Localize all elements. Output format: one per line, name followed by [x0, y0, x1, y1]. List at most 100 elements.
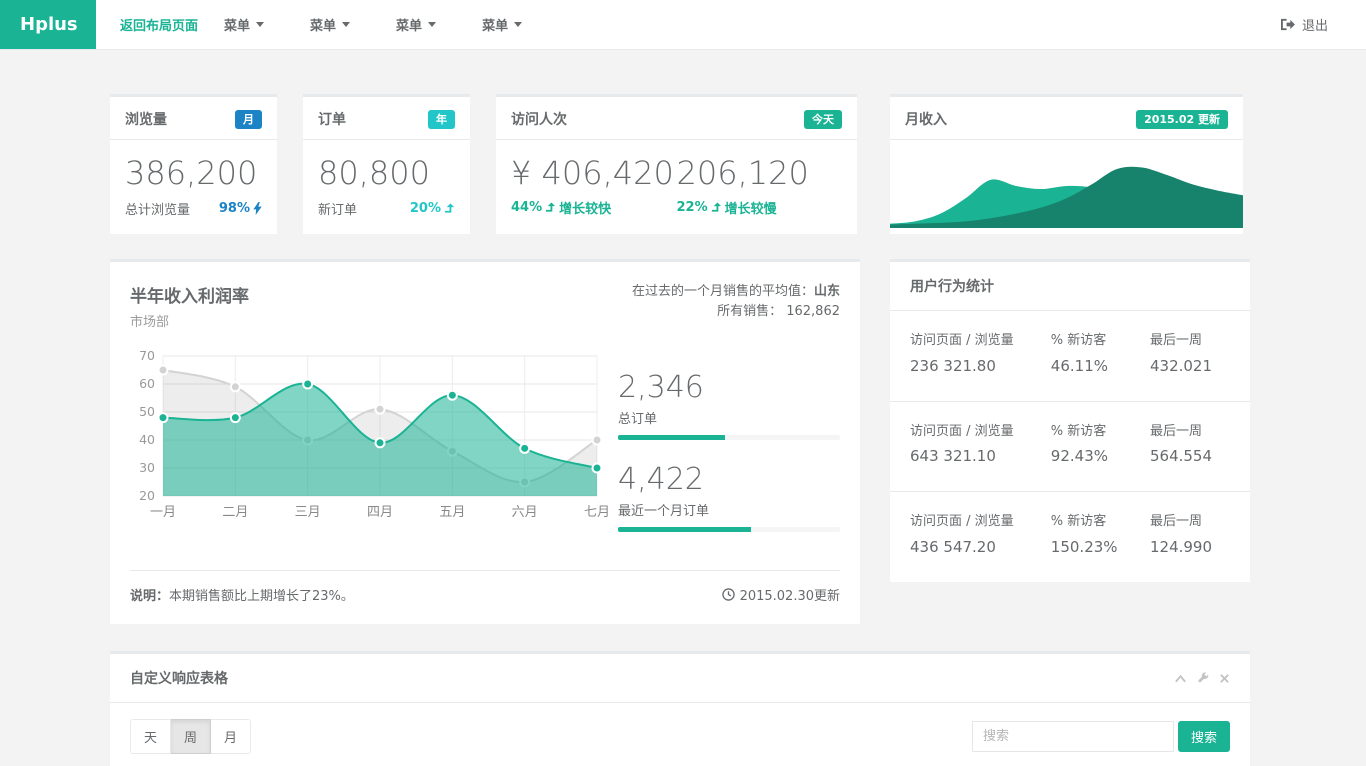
sales-summary: 在过去的一个月销售的平均值：山东 所有销售： 162,862 — [632, 282, 840, 330]
stat-card-visits-trend1-pct: 44% — [511, 200, 542, 215]
last-week-label: 最后一周 — [1150, 422, 1230, 442]
last-week-label: 最后一周 — [1150, 331, 1230, 351]
pages-views-value: 236 321.80 — [910, 357, 1051, 375]
stat-card-orders-value: 80,800 — [318, 154, 455, 192]
pages-views-label: 访问页面 / 浏览量 — [910, 331, 1051, 351]
stat-card-views-title: 浏览量 — [125, 109, 167, 129]
orders-summary: 2,346 总订单 4,422 最近一个月订单 — [618, 348, 840, 554]
level-up-icon — [711, 202, 722, 214]
nav-menu-3-label: 菜单 — [396, 15, 422, 34]
bolt-icon — [253, 202, 262, 215]
stat-card-views-value: 386,200 — [125, 154, 262, 192]
total-orders-value: 2,346 — [618, 370, 840, 405]
nav-menu-3[interactable]: 菜单 — [396, 15, 436, 34]
back-to-layout-link[interactable]: 返回布局页面 — [120, 15, 198, 34]
stat-card-revenue: 月收入 2015.02 更新 — [890, 94, 1243, 234]
table-panel-title: 自定义响应表格 — [130, 668, 228, 688]
svg-text:60: 60 — [139, 376, 155, 391]
level-up-icon — [545, 202, 556, 214]
svg-text:六月: 六月 — [512, 505, 538, 520]
pages-views-label: 访问页面 / 浏览量 — [910, 512, 1051, 532]
total-orders-label: 总订单 — [618, 408, 840, 427]
new-visitors-label: % 新访客 — [1051, 422, 1150, 442]
search-button[interactable]: 搜索 — [1178, 721, 1230, 752]
sales-avg-label: 在过去的一个月销售的平均值： — [632, 284, 814, 299]
stat-card-visits-trend2-text: 增长较慢 — [725, 198, 777, 217]
svg-text:五月: 五月 — [439, 505, 465, 520]
nav-menu-2-label: 菜单 — [310, 15, 336, 34]
chart-updated-text: 2015.02.30更新 — [740, 585, 840, 604]
logout-label: 退出 — [1302, 15, 1328, 34]
stat-card-visits-col1: ¥ 406,420 44% 增长较快 — [511, 154, 677, 217]
stat-card-visits-trend1-text: 增长较快 — [559, 198, 611, 217]
user-stats-panel: 用户行为统计 访问页面 / 浏览量236 321.80 % 新访客46.11% … — [890, 259, 1250, 582]
period-day-button[interactable]: 天 — [130, 719, 171, 754]
svg-text:20: 20 — [139, 488, 155, 503]
nav-menu-4[interactable]: 菜单 — [482, 15, 522, 34]
new-visitors-value: 46.11% — [1051, 357, 1150, 375]
stat-card-visits-title: 访问人次 — [511, 109, 567, 129]
period-button-group: 天 周 月 — [130, 719, 251, 754]
sign-out-icon — [1280, 18, 1295, 31]
search-input[interactable] — [972, 721, 1174, 752]
chart-note-text: 本期销售额比上期增长了23%。 — [169, 589, 354, 604]
close-icon[interactable] — [1219, 673, 1230, 684]
stat-card-visits-col2: 206,120 22%增长较慢 — [677, 154, 843, 217]
stat-card-orders: 订单 年 80,800 新订单 20% — [303, 94, 470, 234]
total-orders-progress — [618, 435, 840, 440]
brand-logo[interactable]: Hplus — [0, 0, 96, 49]
last-week-value: 564.554 — [1150, 447, 1230, 465]
level-up-icon — [444, 203, 455, 215]
wrench-icon[interactable] — [1197, 672, 1209, 684]
stat-card-orders-badge: 年 — [428, 110, 455, 129]
svg-text:50: 50 — [139, 404, 155, 419]
pages-views-label: 访问页面 / 浏览量 — [910, 422, 1051, 442]
last-week-value: 432.021 — [1150, 357, 1230, 375]
sales-total-label: 所有销售： — [717, 304, 782, 319]
nav-menu-4-label: 菜单 — [482, 15, 508, 34]
sales-avg-value: 山东 — [814, 284, 840, 299]
nav-links: 返回布局页面 菜单 菜单 菜单 菜单 — [96, 0, 568, 49]
svg-text:40: 40 — [139, 432, 155, 447]
user-stats-row: 访问页面 / 浏览量 643 321.10 % 新访客 92.43% 最后一周 564… — [890, 402, 1250, 493]
svg-text:70: 70 — [139, 348, 155, 363]
logout-button[interactable]: 退出 — [1280, 0, 1328, 49]
pages-views-value: 643 321.10 — [910, 447, 1051, 465]
month-orders-value: 4,422 — [618, 462, 840, 497]
sales-total-value: 162,862 — [786, 304, 840, 319]
collapse-icon[interactable] — [1174, 673, 1187, 684]
user-stats-row: 访问页面 / 浏览量436 547.20 % 新访客150.23% 最后一周12… — [890, 492, 1250, 582]
income-ratio-card: 半年收入利润率 市场部 在过去的一个月销售的平均值：山东 所有销售： 162,8… — [110, 259, 860, 624]
stat-card-revenue-title: 月收入 — [905, 109, 947, 129]
stat-card-visits-trend2-pct: 22% — [677, 200, 708, 215]
clock-icon — [722, 588, 735, 601]
svg-text:二月: 二月 — [222, 505, 248, 520]
month-orders-label: 最近一个月订单 — [618, 500, 840, 519]
caret-down-icon — [342, 22, 350, 27]
stat-card-orders-label: 新订单 — [318, 199, 357, 218]
new-visitors-value: 150.23% — [1051, 538, 1150, 556]
svg-text:一月: 一月 — [150, 505, 176, 520]
last-week-value: 124.990 — [1150, 538, 1230, 556]
new-visitors-label: % 新访客 — [1051, 331, 1150, 351]
monthly-revenue-area-chart — [890, 143, 1243, 228]
new-visitors-label: % 新访客 — [1051, 512, 1150, 532]
income-ratio-area-chart: 203040506070一月二月三月四月五月六月七月 — [130, 348, 610, 523]
nav-menu-1[interactable]: 菜单 — [224, 15, 264, 34]
caret-down-icon — [514, 22, 522, 27]
new-visitors-value: 92.43% — [1051, 447, 1150, 465]
chart-subtitle: 市场部 — [130, 311, 249, 330]
nav-menu-2[interactable]: 菜单 — [310, 15, 350, 34]
stat-card-visits-value1: ¥ 406,420 — [511, 154, 677, 192]
chart-note-label: 说明： — [130, 589, 169, 604]
pages-views-value: 436 547.20 — [910, 538, 1051, 556]
stat-card-visits: 访问人次 今天 ¥ 406,420 44%增长较快 206,120 22%增长较… — [496, 94, 857, 234]
user-stats-title: 用户行为统计 — [890, 262, 1250, 311]
period-month-button[interactable]: 月 — [211, 719, 251, 754]
period-week-button[interactable]: 周 — [171, 719, 211, 754]
chart-note: 说明：本期销售额比上期增长了23%。 — [130, 585, 354, 604]
caret-down-icon — [256, 22, 264, 27]
stat-card-visits-badge: 今天 — [804, 110, 842, 129]
stat-card-orders-title: 订单 — [318, 109, 346, 129]
svg-text:三月: 三月 — [295, 505, 321, 520]
